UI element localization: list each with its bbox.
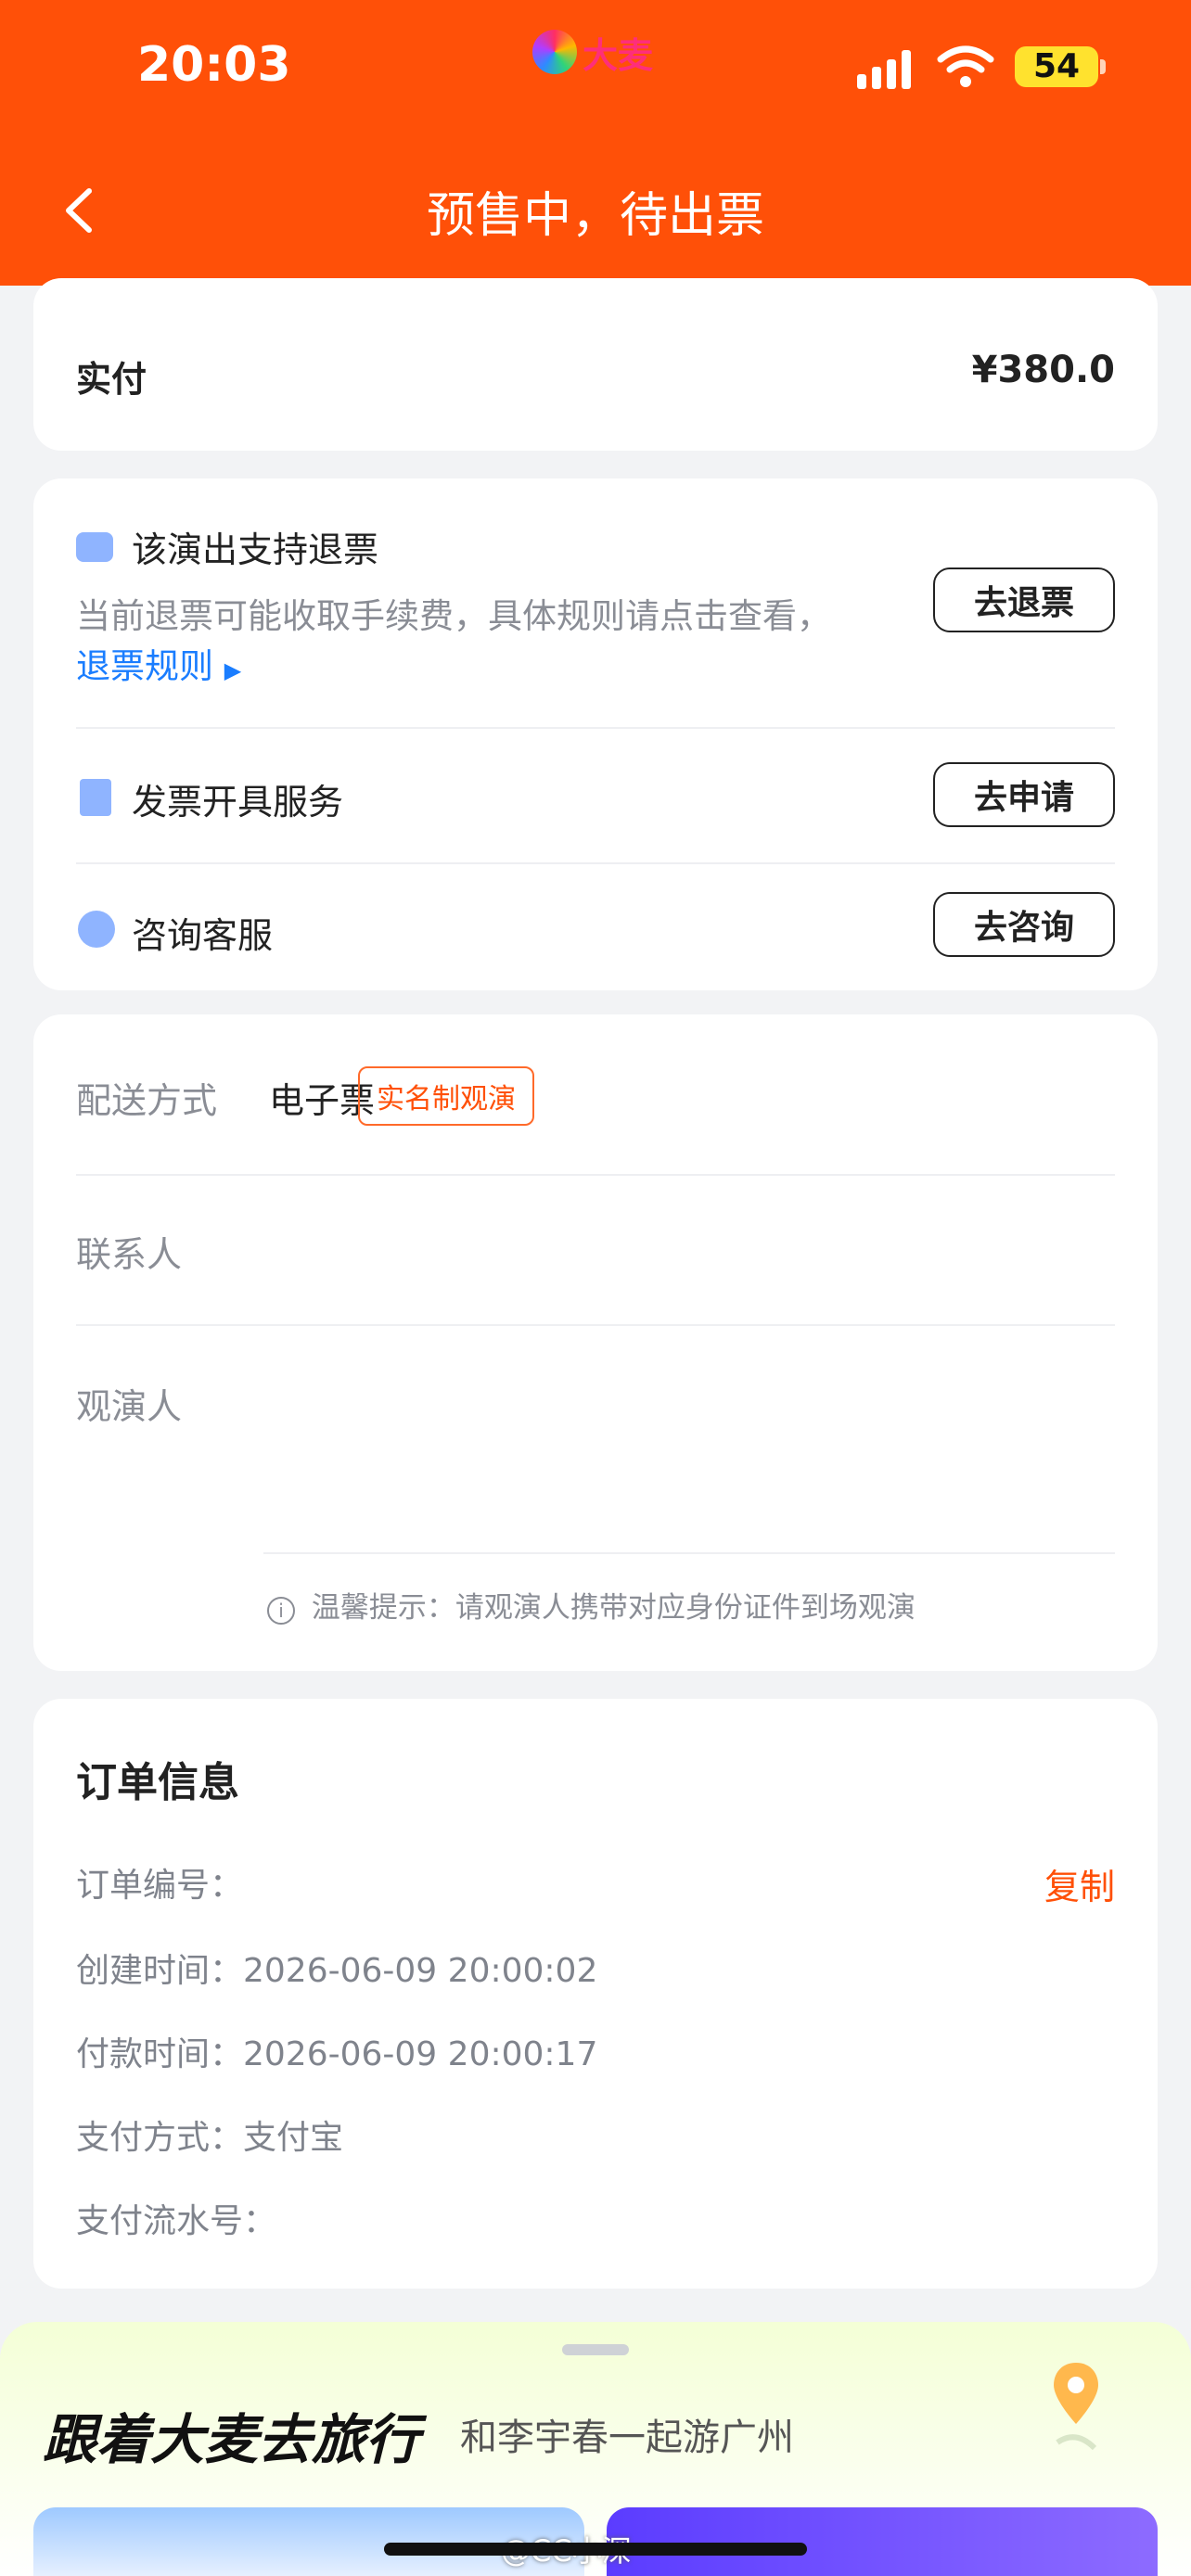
delivery-card: 配送方式 电子票 联系人 观演人 i 温馨提示：请观演人携带对应身份证件到场观演 [33,1014,1158,1671]
viewer-label: 观演人 [76,1386,183,1427]
refund-title: 该演出支持退票 [132,529,379,570]
info-icon: i [267,1597,295,1625]
receipt-icon [80,779,111,816]
app-logo: 大麦 [532,30,653,76]
divider [76,727,1115,729]
order-paid: 付款时间：2026-06-09 20:00:17 [76,2035,598,2073]
signal-icon [857,48,911,89]
refund-rules-label: 退票规则 [76,646,213,686]
battery-tip-icon [1100,59,1106,74]
battery-indicator: 54 [1015,46,1098,87]
order-created: 创建时间：2026-06-09 20:00:02 [76,1952,598,1990]
home-indicator[interactable] [384,2543,807,2556]
promo-subtitle: 和李宇春一起游广州 [460,2417,794,2459]
delivery-method-label: 配送方式 [76,1080,218,1121]
drag-handle[interactable] [562,2344,629,2355]
page-title: 预售中，待出票 [426,188,764,244]
app-name: 大麦 [583,34,654,76]
order-title: 订单信息 [76,1759,239,1806]
consult-button[interactable]: 去咨询 [933,892,1115,957]
promo-image-2[interactable] [607,2507,1158,2576]
logo-icon [532,30,577,74]
divider [76,862,1115,864]
header: 20:03 大麦 54 预售中，待出票 [0,0,1191,286]
status-time: 20:03 [137,37,291,93]
ticket-icon [76,532,113,562]
tip-row: i 温馨提示：请观演人携带对应身份证件到场观演 [267,1584,916,1626]
chat-icon [78,911,115,948]
invoice-button[interactable]: 去申请 [933,762,1115,827]
tip-text: 温馨提示：请观演人携带对应身份证件到场观演 [311,1591,916,1625]
order-pay-method: 支付方式：支付宝 [76,2119,344,2157]
real-name-tag: 实名制观演 [358,1066,534,1126]
invoice-title: 发票开具服务 [132,782,344,823]
refund-desc: 当前退票可能收取手续费，具体规则请点击查看， [76,596,831,636]
map-pin-icon [1054,2363,1098,2451]
divider [76,1174,1115,1176]
order-serial-label: 支付流水号： [76,2202,277,2240]
payment-card: 实付 ¥380.0 [33,278,1158,451]
refund-button[interactable]: 去退票 [933,567,1115,632]
divider [76,1324,1115,1326]
divider [263,1552,1115,1554]
wifi-icon [937,45,994,87]
copy-button[interactable]: 复制 [1044,1858,1115,1909]
contact-label: 联系人 [76,1234,183,1275]
payment-label: 实付 [76,359,147,400]
order-number-label: 订单编号： [76,1867,244,1905]
services-card: 该演出支持退票 当前退票可能收取手续费，具体规则请点击查看， 退票规则 ▶ 去退… [33,478,1158,990]
promo-title: 跟着大麦去旅行 [43,2408,420,2471]
consult-title: 咨询客服 [132,915,274,956]
payment-amount: ¥380.0 [971,349,1115,391]
refund-rules-link[interactable]: 退票规则 ▶ [76,638,241,688]
triangle-right-icon: ▶ [224,657,242,683]
